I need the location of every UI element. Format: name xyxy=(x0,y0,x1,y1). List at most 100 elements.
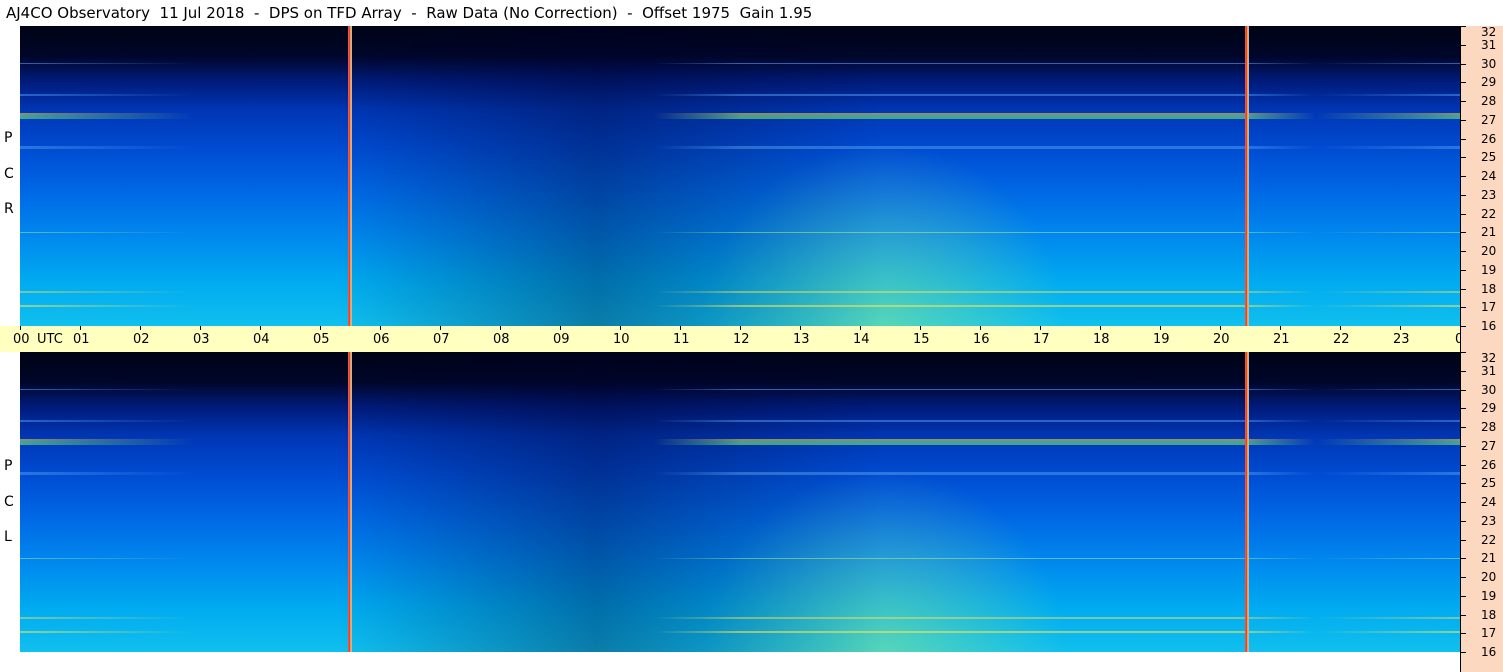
freq-tick xyxy=(1461,157,1466,159)
freq-tick xyxy=(1461,119,1466,121)
time-tick xyxy=(1340,326,1341,330)
spectral-band xyxy=(20,631,1460,634)
freq-tick xyxy=(1461,614,1466,616)
freq-label: 31 xyxy=(1481,37,1497,52)
freq-tick xyxy=(1461,63,1466,65)
pol-letter: L xyxy=(4,529,12,545)
freq-tick xyxy=(1461,577,1466,578)
spectral-band xyxy=(20,440,1460,445)
freq-tick xyxy=(1461,307,1466,309)
time-label: 17 xyxy=(1033,332,1050,347)
freq-label: 22 xyxy=(1481,532,1497,547)
frequency-axis-bottom: 32 31 30 29 28 27 26 25 24 23 22 21 20 19 18 17 16 xyxy=(1460,352,1503,672)
freq-label: 20 xyxy=(1481,244,1497,258)
freq-tick xyxy=(1461,633,1466,635)
time-label: 09 xyxy=(553,332,570,347)
freq-label: 27 xyxy=(1481,438,1497,453)
freq-tick xyxy=(1461,483,1466,485)
freq-label: 21 xyxy=(1481,551,1497,566)
freq-tick xyxy=(1461,288,1466,290)
freq-label: 19 xyxy=(1481,262,1497,277)
time-tick xyxy=(1400,326,1401,330)
freq-tick xyxy=(1461,502,1466,503)
freq-tick xyxy=(1461,389,1466,391)
freq-tick xyxy=(1461,464,1466,466)
time-label: 12 xyxy=(733,332,750,347)
freq-label: 23 xyxy=(1481,513,1497,528)
time-tick xyxy=(1220,326,1221,330)
spectral-band xyxy=(20,420,1460,423)
freq-tick xyxy=(1461,101,1466,102)
freq-label: 20 xyxy=(1481,570,1497,584)
frequency-axis-top: 32 31 30 29 28 27 26 25 24 23 22 21 20 19 18 17 16 xyxy=(1460,26,1503,352)
time-label: 15 xyxy=(913,332,930,347)
freq-tick xyxy=(1461,352,1466,353)
freq-label: 30 xyxy=(1481,382,1497,397)
time-label: 02 xyxy=(133,332,150,347)
rcp-spectrogram xyxy=(20,26,1460,326)
freq-tick xyxy=(1461,558,1466,560)
freq-label: 25 xyxy=(1481,150,1497,165)
time-label: 04 xyxy=(253,332,270,347)
freq-tick xyxy=(1461,652,1466,653)
time-tick xyxy=(260,326,261,330)
interference-line xyxy=(348,26,352,326)
time-tick xyxy=(140,326,141,330)
pol-letter: C xyxy=(4,494,14,510)
time-tick xyxy=(1280,326,1281,330)
freq-tick xyxy=(1461,251,1466,252)
time-tick xyxy=(800,326,801,330)
freq-tick xyxy=(1461,370,1466,372)
time-tick xyxy=(20,326,21,330)
rcp-polarization-label: P C R xyxy=(0,26,20,326)
pol-letter: P xyxy=(4,130,13,146)
time-label: 22 xyxy=(1333,332,1350,347)
time-tick xyxy=(620,326,621,330)
spectral-band xyxy=(20,617,1460,620)
time-tick xyxy=(920,326,921,330)
spectral-band xyxy=(20,113,1460,116)
time-tick xyxy=(860,326,861,330)
interference-line xyxy=(1245,26,1249,326)
spectral-band xyxy=(20,94,1460,97)
freq-label: 18 xyxy=(1481,607,1497,622)
spectral-band xyxy=(20,146,1460,150)
time-tick xyxy=(740,326,741,330)
freq-label: 32 xyxy=(1481,25,1497,39)
freq-tick xyxy=(1461,176,1466,177)
time-tick xyxy=(980,326,981,330)
freq-tick xyxy=(1461,194,1466,196)
interference-line xyxy=(348,352,352,652)
freq-label: 17 xyxy=(1481,626,1497,641)
freq-label: 18 xyxy=(1481,281,1497,296)
freq-label: 29 xyxy=(1481,401,1497,416)
freq-label: 32 xyxy=(1481,351,1497,365)
spectral-band xyxy=(20,291,1460,294)
interference-line xyxy=(1245,352,1249,652)
time-label: 00 xyxy=(13,332,30,347)
time-tick xyxy=(1160,326,1161,330)
time-tick xyxy=(1100,326,1101,330)
time-label: 18 xyxy=(1093,332,1110,347)
freq-label: 31 xyxy=(1481,363,1497,378)
time-tick xyxy=(500,326,501,330)
time-tick xyxy=(380,326,381,330)
spectral-band xyxy=(20,439,1460,442)
time-label: 14 xyxy=(853,332,870,347)
pol-letter: P xyxy=(4,458,13,474)
freq-label: 28 xyxy=(1481,420,1497,434)
freq-label: 24 xyxy=(1481,495,1497,509)
utc-label: UTC xyxy=(37,332,63,347)
spectral-band xyxy=(20,389,1460,390)
spectral-band xyxy=(20,231,1460,233)
lcp-polarization-label: P C L xyxy=(0,352,20,652)
freq-label: 26 xyxy=(1481,131,1497,146)
freq-label: 23 xyxy=(1481,187,1497,202)
freq-label: 30 xyxy=(1481,56,1497,71)
spectral-band xyxy=(20,114,1460,119)
time-tick xyxy=(1040,326,1041,330)
freq-label: 16 xyxy=(1481,645,1497,659)
freq-tick xyxy=(1461,82,1466,84)
spectral-band xyxy=(20,557,1460,559)
freq-label: 27 xyxy=(1481,112,1497,127)
